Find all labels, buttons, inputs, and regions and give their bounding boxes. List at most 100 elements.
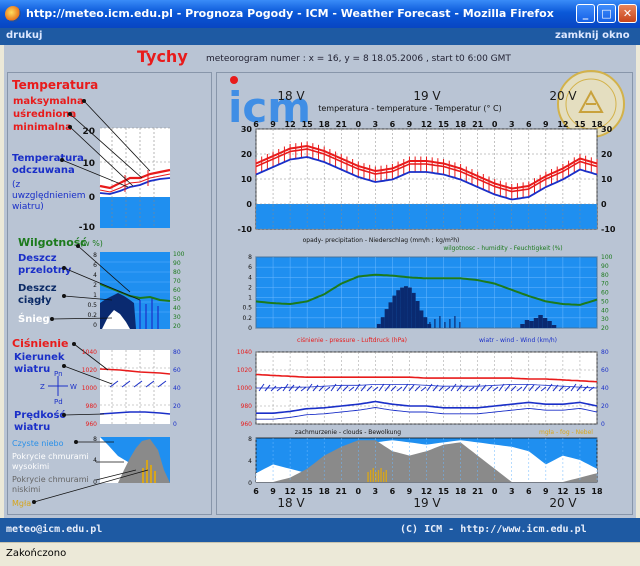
hour-label-top: 6 [526, 120, 532, 129]
hour-label-top: 3 [373, 120, 379, 129]
humidity-tick: 70 [601, 281, 609, 288]
cloud-tick: 0 [248, 480, 252, 487]
temp-tick-right: -10 [601, 225, 616, 234]
hour-label-bottom: 9 [407, 487, 413, 496]
hour-label-bottom: 12 [285, 487, 296, 496]
humidity-tick: 20 [601, 325, 609, 332]
precip-tick: 2 [248, 284, 252, 291]
hour-label-top: 15 [438, 120, 450, 129]
fog-bar [367, 472, 369, 482]
hour-label-top: 6 [253, 120, 259, 129]
hour-label-bottom: 21 [472, 487, 484, 496]
precip-bar [392, 295, 397, 328]
day-label-bottom: 20 V [549, 496, 577, 510]
hour-label-bottom: 0 [492, 487, 498, 496]
status-text: Zakończono [6, 548, 67, 559]
temperature-title: temperatura - temperature - Temperatur (… [318, 104, 502, 113]
meteogram-chart: icm 18 V 19 V 20 V temperatura - tempera… [228, 70, 625, 510]
precip-bar [551, 325, 557, 328]
temp-tick-right: 20 [601, 150, 613, 159]
pressure-tick: 1040 [237, 349, 252, 356]
precip-bar [376, 323, 381, 328]
fog-title: mgła - fog - Nebel [539, 429, 593, 436]
hour-label-top: 15 [302, 120, 314, 129]
precip-bar [411, 292, 416, 328]
hour-label-bottom: 18 [455, 487, 467, 496]
precip-bar [419, 310, 424, 328]
page-footer: meteo@icm.edu.pl (C) ICM - http://www.ic… [0, 518, 640, 542]
hour-label-bottom: 18 [591, 487, 603, 496]
hour-label-top: 9 [543, 120, 549, 129]
temp-tick-right: 0 [601, 200, 607, 209]
cloud-tick: 4 [248, 458, 252, 465]
hour-label-top: 18 [455, 120, 467, 129]
hour-label-bottom: 9 [543, 487, 549, 496]
hour-label-bottom: 21 [336, 487, 348, 496]
precip-bar [400, 287, 405, 328]
temp-tick-left: 0 [246, 200, 252, 209]
hour-label-top: 21 [336, 120, 348, 129]
precip-tick: 0.5 [242, 305, 252, 312]
precip-tick: 0 [248, 325, 252, 332]
day-label-top: 20 V [549, 89, 577, 103]
wind-tick: 60 [601, 367, 609, 374]
temp-tick-left: 10 [241, 175, 253, 184]
hour-label-top: 18 [319, 120, 331, 129]
humidity-tick: 90 [601, 263, 609, 270]
contact-email-link[interactable]: meteo@icm.edu.pl [6, 524, 102, 535]
wind-title: wiatr - wind - Wind (km/h) [479, 337, 557, 344]
humidity-tick: 30 [601, 316, 609, 323]
humidity-tick: 60 [601, 290, 609, 297]
day-label-bottom: 18 V [277, 496, 305, 510]
precip-tick: 6 [248, 264, 252, 271]
pressure-tick: 980 [241, 403, 253, 410]
precip-tick: 1 [248, 295, 252, 302]
hour-label-bottom: 0 [356, 487, 362, 496]
precip-bar [407, 287, 412, 328]
hour-label-bottom: 15 [574, 487, 586, 496]
precip-bar [524, 320, 530, 328]
fog-bar [369, 470, 372, 482]
hour-label-top: 12 [557, 120, 568, 129]
precip-title: opady- precipitation - Niederschlag (mm/… [303, 237, 460, 244]
hour-label-bottom: 3 [373, 487, 379, 496]
wind-tick: 40 [601, 385, 609, 392]
hour-label-top: 12 [285, 120, 296, 129]
hour-label-bottom: 15 [302, 487, 314, 496]
fog-bar [385, 470, 387, 482]
precip-bar [423, 317, 428, 328]
hour-label-top: 15 [574, 120, 586, 129]
hour-label-top: 21 [472, 120, 484, 129]
temp-tick-left: 30 [241, 125, 253, 134]
pressure-tick: 1000 [237, 385, 252, 392]
hour-label-top: 0 [492, 120, 498, 129]
pressure-title: ciśnienie - pressure - Luftdruck (hPa) [297, 337, 407, 344]
fog-bar [375, 472, 377, 482]
precip-bar [533, 318, 539, 328]
precip-bar [538, 315, 543, 328]
temp-tick-right: 30 [601, 125, 613, 134]
hour-label-bottom: 6 [253, 487, 259, 496]
pressure-tick: 960 [241, 421, 253, 428]
copyright-link[interactable]: (C) ICM - http://www.icm.edu.pl [400, 524, 587, 535]
hour-label-bottom: 18 [319, 487, 331, 496]
precip-bar [388, 302, 393, 328]
day-label-top: 19 V [413, 89, 441, 103]
hour-label-bottom: 6 [526, 487, 532, 496]
day-label-top: 18 V [277, 89, 305, 103]
humidity-tick: 40 [601, 307, 609, 314]
precip-bar [404, 286, 408, 328]
hour-label-bottom: 12 [421, 487, 432, 496]
wind-tick: 80 [601, 349, 609, 356]
hour-label-bottom: 15 [438, 487, 450, 496]
humidity-title: wilgotnosc - humidity - Feuchtigkeit (%) [443, 245, 562, 252]
precip-bar [542, 318, 548, 328]
humidity-tick: 50 [601, 298, 609, 305]
humidity-tick: 100 [601, 254, 613, 261]
fog-bar [380, 468, 382, 482]
hour-label-top: 9 [407, 120, 413, 129]
hour-label-bottom: 9 [270, 487, 276, 496]
temp-tick-right: 10 [601, 175, 613, 184]
status-bar: Zakończono [0, 542, 640, 566]
hour-label-bottom: 6 [390, 487, 396, 496]
